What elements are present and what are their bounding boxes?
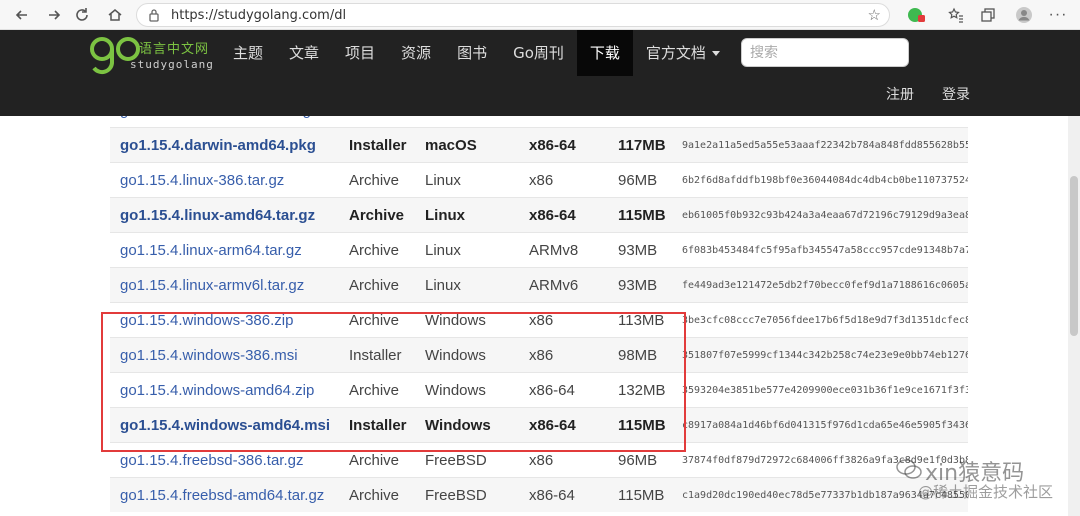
nav-item-resources[interactable]: 资源 [388,30,444,76]
nav-item-docs-label: 官方文档 [645,44,706,62]
file-os: macOS [425,137,477,154]
extension-icon[interactable] [904,3,928,27]
favorites-icon[interactable] [944,3,968,27]
main-nav: 主题 文章 项目 资源 图书 Go周刊 下载 官方文档 [220,30,733,76]
file-size: 115MB [618,487,665,504]
more-icon[interactable]: ··· [1046,3,1070,27]
file-arch: x86 [529,172,554,189]
site-header: 语言中文网 studygolang 主题 文章 项目 资源 图书 Go周刊 下载… [0,30,1080,116]
file-arch: ARMv8 [529,242,579,259]
file-kind: Installer [349,137,407,154]
nav-item-go-weekly[interactable]: Go周刊 [500,30,577,76]
file-arch: x86-64 [529,207,576,224]
file-checksum: 351807f07e5999cf1344c342b258c74e23e9e0bb… [682,350,968,361]
file-os: Linux [425,172,461,189]
file-os: Linux [425,277,461,294]
logo-english-text: studygolang [130,58,214,71]
login-link[interactable]: 登录 [942,84,970,104]
file-checksum: eb61005f0b932c93b424a3a4eaa67d72196c7912… [682,210,968,221]
scrollbar[interactable] [1068,116,1080,516]
file-kind: Archive [349,242,400,259]
download-file-link[interactable]: go1.15.4.freebsd-amd64.tar.gz [120,478,348,513]
file-os: FreeBSD [425,487,487,504]
download-file-link[interactable]: go1.15.4.linux-arm64.tar.gz [120,233,348,268]
chevron-down-icon [711,51,720,56]
table-row: go1.15.4.linux-arm64.tar.gz Archive Linux A… [110,232,968,267]
search-input[interactable] [741,38,909,67]
file-checksum: 6b2f6d8afddfb198bf0e36044084dc4db4cb0be1… [682,175,968,186]
url-text: https://studygolang.com/dl [171,8,347,23]
back-icon[interactable] [10,3,34,27]
register-link[interactable]: 注册 [886,84,914,104]
address-bar[interactable]: https://studygolang.com/dl ☆ [136,3,890,27]
wechat-watermark-icon [896,459,922,479]
forward-icon[interactable] [42,3,66,27]
download-file-link[interactable]: go1.15.4.linux-amd64.tar.gz [120,198,348,233]
file-checksum: c8917a084a1d46bf6d041315f976d1cda65e46e5… [682,420,968,431]
file-arch: ARMv6 [529,277,579,294]
nav-item-projects[interactable]: 项目 [332,30,388,76]
file-size: 96MB [618,172,658,189]
watermark-subtitle: @稀土掘金技术社区 [918,483,1054,501]
lock-icon [149,9,159,22]
file-checksum: 9a1e2a11a5ed5a55e53aaaf22342b784a848fdd8… [682,140,968,151]
refresh-icon[interactable] [70,3,94,27]
table-row: go1.15.4.freebsd-amd64.tar.gz Archive Free… [110,477,968,512]
download-file-link[interactable]: go1.15.4.linux-386.tar.gz [120,163,348,198]
file-kind: Archive [349,172,400,189]
download-file-link[interactable]: go1.15.4.darwin-amd64.pkg [120,128,348,163]
scrollbar-thumb[interactable] [1070,176,1078,336]
file-kind: Archive [349,487,400,504]
nav-item-books[interactable]: 图书 [444,30,500,76]
download-file-link[interactable]: go1.15.4.linux-armv6l.tar.gz [120,268,348,303]
table-row: go1.15.4.linux-386.tar.gz Archive Linux x86… [110,162,968,197]
favorite-star-icon[interactable]: ☆ [868,6,881,24]
file-os: Linux [425,207,465,224]
file-size: 93MB [618,242,658,259]
nav-item-topics[interactable]: 主题 [220,30,276,76]
browser-toolbar: https://studygolang.com/dl ☆ ··· [0,0,1080,30]
file-os: Linux [425,242,461,259]
profile-avatar-icon[interactable] [1012,3,1036,27]
file-size: 93MB [618,277,658,294]
file-arch: x86-64 [529,137,576,154]
file-arch: x86-64 [529,487,575,504]
file-kind: Archive [349,277,400,294]
nav-item-download[interactable]: 下载 [576,30,633,76]
file-size: 117MB [618,137,666,154]
table-row: go1.15.4.darwin-amd64.tar.gzArchivemacOS… [110,116,968,127]
nav-item-articles[interactable]: 文章 [276,30,332,76]
table-row: go1.15.4.linux-armv6l.tar.gz Archive Linux… [110,267,968,302]
file-size: 115MB [618,207,666,224]
highlight-box [101,312,686,452]
nav-item-docs[interactable]: 官方文档 [633,30,733,76]
file-checksum: 3be3cfc08ccc7e7056fdee17b6f5d18e9d7f3d13… [682,315,968,326]
file-checksum: 6f083b453484fc5f95afb345547a58ccc957cde9… [682,245,968,256]
collections-icon[interactable] [976,3,1000,27]
file-kind: Archive [349,207,405,224]
table-row: go1.15.4.darwin-amd64.pkg Installer macOS x… [110,127,968,162]
home-icon[interactable] [103,3,127,27]
logo-chinese-text: 语言中文网 [139,42,210,57]
file-checksum: fe449ad3e121472e5db2f70becc0fef9d1a71886… [682,280,968,291]
file-checksum: 3593204e3851be577e4209900ece031b36f1e9ce… [682,385,968,396]
table-row: go1.15.4.linux-amd64.tar.gz Archive Linux x… [110,197,968,232]
